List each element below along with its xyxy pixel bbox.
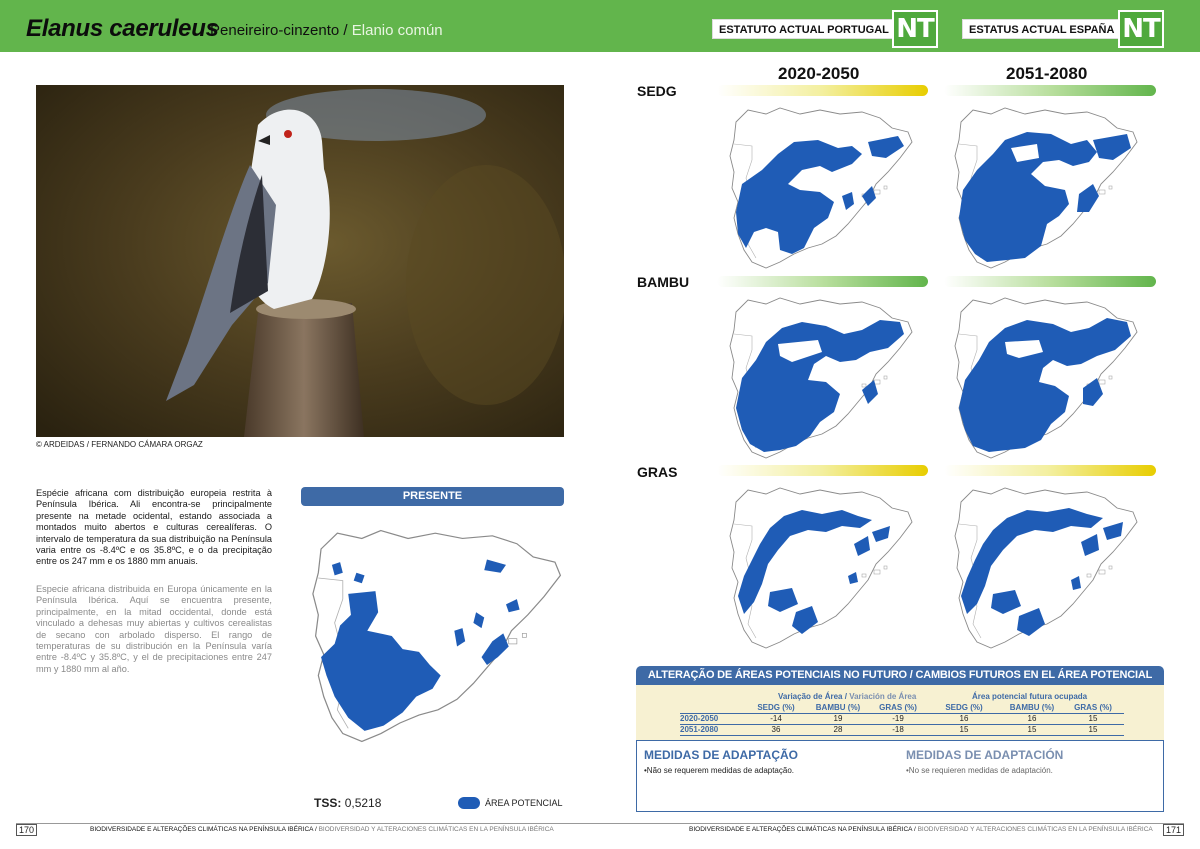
map-gras-2051-2080 [947, 480, 1147, 656]
species-photo [36, 85, 564, 437]
table-cell: 15 [1088, 725, 1098, 734]
table-header-row: SEDG (%) BAMBU (%) GRAS (%) SEDG (%) BAM… [680, 703, 1124, 714]
table-cell: -19 [892, 714, 904, 723]
footer-title-es: BIODIVERSIDAD Y ALTERACIONES CLIMÁTICAS … [917, 826, 1153, 833]
table-row: 2051-2080 36 28 -18 15 15 15 [680, 724, 1124, 736]
legend-swatch [458, 797, 480, 809]
legend-label: ÁREA POTENCIAL [485, 798, 563, 808]
col-header: BAMBU (%) [1009, 703, 1055, 712]
common-name-pt: Peneireiro-cinzento [210, 22, 340, 39]
sedg-2020-bar [717, 85, 928, 96]
scenario-sedg-label: SEDG [637, 83, 677, 99]
col-header: BAMBU (%) [815, 703, 861, 712]
group1-sep: / [844, 692, 847, 701]
table-cell: 19 [833, 714, 843, 723]
status-es-label: ESTATUS ACTUAL ESPAÑA [962, 19, 1122, 39]
table-row: 2020-2050 -14 19 -19 16 16 15 [680, 713, 1124, 725]
present-distribution-map [302, 520, 574, 752]
col-header: SEDG (%) [945, 703, 983, 712]
col-header: SEDG (%) [757, 703, 795, 712]
page-number-left: 170 [16, 824, 38, 836]
footer-title-es: BIODIVERSIDAD Y ALTERACIONES CLIMÁTICAS … [318, 826, 554, 833]
table-cell: 15 [1088, 714, 1098, 723]
common-names: Peneireiro-cinzento / Elanio común [210, 22, 443, 39]
table-cell: -14 [770, 714, 782, 723]
gras-2051-bar [944, 465, 1156, 476]
footer-title-pt: BIODIVERSIDADE E ALTERAÇÕES CLIMÁTICAS N… [90, 826, 314, 833]
scenario-gras-label: GRAS [637, 464, 678, 480]
tss-score: TSS: 0,5218 [314, 796, 381, 810]
map-gras-2020-2050 [722, 480, 922, 656]
common-name-es: Elanio común [351, 22, 443, 39]
alteration-panel: Variação de Área / Variación de Área Áre… [636, 685, 1164, 740]
footer-title-right: BIODIVERSIDADE E ALTERAÇÕES CLIMÁTICAS N… [689, 826, 1153, 833]
period-2-heading: 2051-2080 [1006, 64, 1088, 83]
map-bambu-2020-2050 [722, 290, 922, 466]
table-cell: 16 [959, 714, 969, 723]
footer-title-left: BIODIVERSIDADE E ALTERAÇÕES CLIMÁTICAS N… [90, 826, 554, 833]
photo-credit: © ARDEIDAS / FERNANDO CÁMARA ORGAZ [36, 440, 203, 449]
sedg-2051-bar [944, 85, 1156, 96]
group1-pt: Variação de Área [778, 692, 843, 701]
group1-es: Variación de Área [849, 692, 917, 701]
tss-label: TSS: [314, 796, 342, 810]
col-header: GRAS (%) [1074, 703, 1112, 712]
col-header: GRAS (%) [879, 703, 917, 712]
footer-sep: / [913, 826, 916, 833]
measures-pt-title: MEDIDAS DE ADAPTAÇÃO [644, 748, 799, 762]
table-cell: 15 [1027, 725, 1037, 734]
scientific-name: Elanus caeruleus [26, 15, 219, 42]
adaptation-measures-box: MEDIDAS DE ADAPTAÇÃO •Não se requerem me… [636, 740, 1164, 812]
alteration-group2-label: Área potencial futura ocupada [972, 692, 1088, 701]
status-pt-label: ESTATUTO ACTUAL PORTUGAL [712, 19, 896, 39]
table-cell: 36 [771, 725, 781, 734]
present-heading: PRESENTE [301, 487, 564, 506]
status-pt-badge: NT [892, 10, 938, 48]
status-es-badge: NT [1118, 10, 1164, 48]
alteration-group1-label: Variação de Área / Variación de Área [778, 692, 916, 701]
row-period: 2020-2050 [680, 714, 719, 723]
tss-value: 0,5218 [344, 796, 382, 810]
measures-pt-text: •Não se requerem medidas de adaptação. [644, 766, 795, 775]
measures-es-title: MEDIDAS DE ADAPTACIÓN [906, 748, 1064, 762]
scenario-bambu-label: BAMBU [637, 274, 690, 290]
footer-title-pt: BIODIVERSIDADE E ALTERAÇÕES CLIMÁTICAS N… [689, 826, 913, 833]
alteration-table: SEDG (%) BAMBU (%) GRAS (%) SEDG (%) BAM… [680, 703, 1124, 736]
table-cell: 16 [1027, 714, 1037, 723]
page-number-right: 171 [1163, 824, 1185, 836]
bambu-2051-bar [944, 276, 1156, 287]
description-es: Especie africana distribuida en Europa ú… [36, 584, 272, 674]
measures-es-text: •No se requieren medidas de adaptación. [906, 766, 1053, 775]
description-pt: Espécie africana com distribuição europe… [36, 488, 272, 567]
footer-rule [16, 823, 1184, 824]
alteration-heading: ALTERAÇÃO DE ÁREAS POTENCIAIS NO FUTURO … [636, 666, 1164, 685]
bambu-2020-bar [717, 276, 928, 287]
footer-sep: / [314, 826, 317, 833]
map-sedg-2051-2080 [947, 100, 1147, 276]
map-sedg-2020-2050 [722, 100, 922, 276]
gras-2020-bar [717, 465, 928, 476]
table-cell: 28 [833, 725, 843, 734]
row-period: 2051-2080 [680, 725, 719, 734]
map-bambu-2051-2080 [947, 290, 1147, 466]
common-name-separator: / [343, 22, 348, 39]
table-cell: 15 [959, 725, 969, 734]
period-1-heading: 2020-2050 [778, 64, 860, 83]
table-cell: -18 [892, 725, 904, 734]
